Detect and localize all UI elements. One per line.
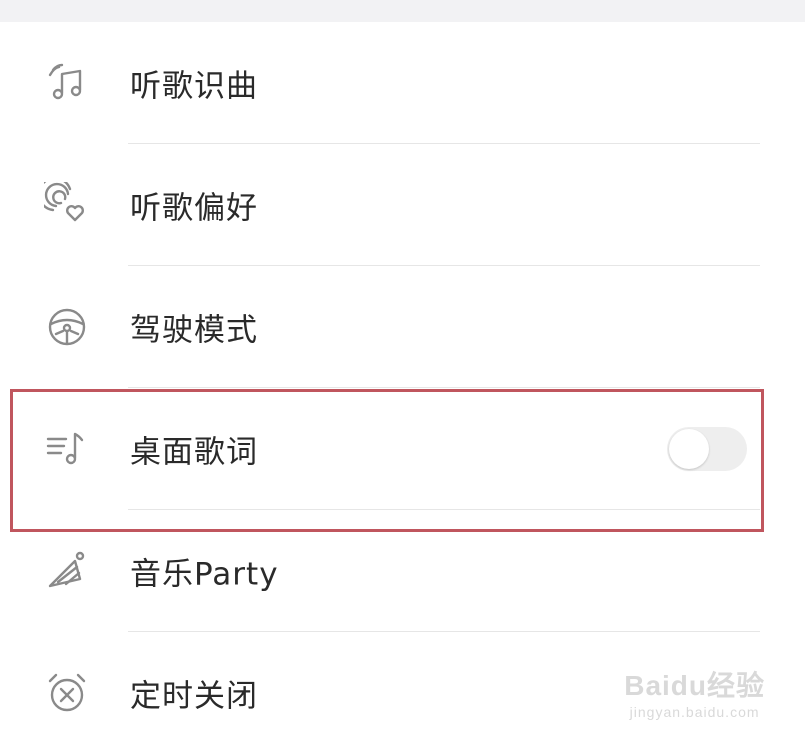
baidu-watermark: Baidu经验 jingyan.baidu.com	[624, 664, 765, 720]
menu-item-driving-mode[interactable]: 驾驶模式	[0, 266, 805, 388]
menu-item-desktop-lyrics[interactable]: 桌面歌词	[0, 388, 805, 510]
toggle-knob	[669, 429, 709, 469]
menu-item-label: 桌面歌词	[130, 434, 258, 471]
menu-item-music-party[interactable]: 音乐Party	[0, 510, 805, 632]
menu-item-label: 听歌识曲	[130, 68, 258, 105]
menu-item-label: 音乐Party	[130, 556, 279, 593]
party-hat-icon	[44, 548, 90, 594]
menu-item-label: 驾驶模式	[130, 312, 258, 349]
desktop-lyrics-icon	[44, 426, 90, 472]
watermark-sub: jingyan.baidu.com	[629, 704, 760, 720]
menu-item-label: 听歌偏好	[130, 190, 258, 227]
menu-item-label: 定时关闭	[130, 678, 258, 715]
settings-menu: 听歌识曲 听歌偏好 驾驶模式 桌面歌词 音乐Party 定时关闭	[0, 22, 805, 754]
alarm-clock-off-icon	[44, 670, 90, 716]
desktop-lyrics-toggle[interactable]	[667, 427, 747, 471]
music-recognition-icon	[44, 60, 90, 106]
listening-preference-icon	[44, 182, 90, 228]
watermark-main: Baidu经验	[624, 670, 765, 701]
steering-wheel-icon	[44, 304, 90, 350]
top-band	[0, 0, 805, 22]
menu-item-listening-preference[interactable]: 听歌偏好	[0, 144, 805, 266]
menu-item-music-recognition[interactable]: 听歌识曲	[0, 22, 805, 144]
